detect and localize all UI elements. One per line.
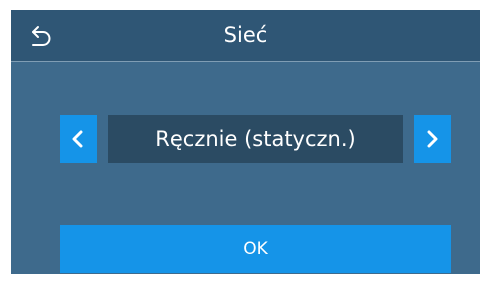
chevron-left-icon [72, 130, 83, 148]
chevron-right-icon [427, 130, 438, 148]
network-settings-screen: Sieć Ręcznie (statyczn.) OK [11, 10, 480, 274]
network-mode-selector: Ręcznie (statyczn.) [60, 115, 451, 163]
previous-option-button[interactable] [60, 115, 97, 163]
page-title: Sieć [223, 23, 268, 47]
selected-network-mode: Ręcznie (statyczn.) [108, 115, 403, 163]
next-option-button[interactable] [414, 115, 451, 163]
ok-button[interactable]: OK [60, 225, 451, 273]
header-bar: Sieć [11, 10, 480, 62]
